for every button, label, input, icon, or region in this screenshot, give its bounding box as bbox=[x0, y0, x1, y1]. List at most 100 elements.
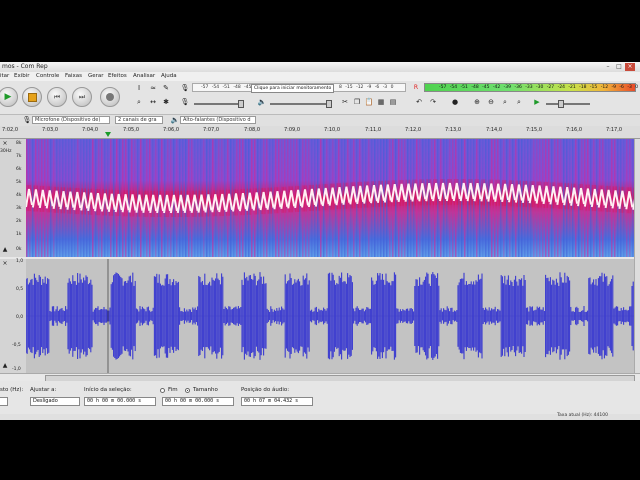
paste-icon[interactable]: 📋 bbox=[364, 97, 374, 107]
channels-select[interactable]: 2 canais de gra bbox=[115, 116, 163, 124]
trim-icon[interactable]: ▦ bbox=[376, 97, 386, 107]
mic-icon: 🎙 bbox=[180, 84, 190, 92]
ruler-label: 7:14,0 bbox=[486, 127, 502, 133]
spectrogram-column bbox=[218, 139, 220, 257]
playback-meter[interactable]: -57 -54 -51 -48 -45 -42 -39 -36 -33 -30 … bbox=[424, 83, 638, 92]
length-radio[interactable] bbox=[185, 388, 190, 393]
selection-start-field[interactable]: 00 h 00 m 00.000 s bbox=[84, 397, 156, 406]
fit-project-icon[interactable]: ⌕ bbox=[514, 97, 524, 107]
play-icon: ▶ bbox=[4, 92, 12, 102]
selection-length-field[interactable]: 00 h 00 m 00.000 s bbox=[162, 397, 234, 406]
zoom-in-icon[interactable]: ⊕ bbox=[472, 97, 482, 107]
track-control-panel-1[interactable]: × 30Hz ▲ bbox=[0, 139, 27, 257]
status-rate-text: Taxa atual (Hz): 44100 bbox=[557, 413, 608, 418]
multi-tool-icon[interactable]: ✱ bbox=[161, 97, 171, 107]
freq-tick: 2k bbox=[16, 219, 22, 224]
playhead-marker[interactable] bbox=[105, 132, 111, 137]
spectrogram-column bbox=[191, 139, 193, 257]
timeline-ruler[interactable]: 7:02,0 7:03,0 7:04,0 7:05,0 7:06,0 7:07,… bbox=[0, 126, 640, 139]
timeshift-tool-icon[interactable]: ↔ bbox=[148, 97, 158, 107]
menu-editar[interactable]: itar bbox=[0, 73, 9, 79]
spectrogram-column bbox=[155, 139, 157, 257]
close-icon[interactable]: × bbox=[625, 63, 635, 71]
track-close-icon[interactable]: × bbox=[0, 139, 10, 149]
record-button[interactable] bbox=[100, 87, 120, 107]
track2-close-icon[interactable]: × bbox=[0, 259, 10, 269]
play-speed-thumb[interactable] bbox=[558, 100, 564, 108]
snap-select[interactable]: Desligado bbox=[30, 397, 80, 406]
waveform-view[interactable] bbox=[25, 259, 635, 373]
envelope-tool-icon[interactable]: ≈ bbox=[148, 83, 158, 93]
amp-tick: -1,0 bbox=[12, 367, 21, 372]
menu-gerar[interactable]: Gerar bbox=[88, 73, 104, 79]
input-volume-slider[interactable] bbox=[194, 100, 244, 108]
freq-tick: 5k bbox=[16, 180, 22, 185]
record-meter-label: R bbox=[413, 84, 419, 91]
end-label: Fim bbox=[168, 387, 178, 393]
sync-lock-icon[interactable]: ● bbox=[450, 97, 460, 107]
menu-controle[interactable]: Controle bbox=[36, 73, 59, 79]
output-volume-slider[interactable] bbox=[270, 100, 332, 108]
freq-tick: 3k bbox=[16, 206, 22, 211]
spectrogram-column bbox=[287, 139, 289, 257]
copy-icon[interactable]: ❐ bbox=[352, 97, 362, 107]
zoom-out-icon[interactable]: ⊖ bbox=[486, 97, 496, 107]
end-radio[interactable] bbox=[160, 388, 165, 393]
spectrogram-column bbox=[122, 139, 124, 257]
silence-icon[interactable]: ▤ bbox=[388, 97, 398, 107]
selection-start-label: Início da seleção: bbox=[84, 387, 132, 393]
skip-end-button[interactable]: ⏭ bbox=[72, 87, 92, 107]
fit-selection-icon[interactable]: ⌕ bbox=[500, 97, 510, 107]
mic-device-icon: 🎙 bbox=[22, 116, 32, 124]
play-at-speed-icon[interactable]: ▶ bbox=[532, 97, 542, 107]
record-meter[interactable]: -57 -54 -51 -48 -45 Clique para iniciar … bbox=[192, 83, 406, 93]
spectrogram-column bbox=[374, 139, 376, 257]
play-button[interactable]: ▶ bbox=[0, 87, 18, 107]
track2-collapse-icon[interactable]: ▲ bbox=[0, 361, 10, 371]
menu-exibir[interactable]: Exibir bbox=[14, 73, 30, 79]
ruler-label: 7:16,0 bbox=[566, 127, 582, 133]
play-speed-slider[interactable] bbox=[546, 100, 590, 108]
skip-start-button[interactable]: ⏮ bbox=[47, 87, 67, 107]
ruler-label: 7:06,0 bbox=[163, 127, 179, 133]
spectrogram-column bbox=[74, 139, 76, 257]
menu-analisar[interactable]: Analisar bbox=[133, 73, 155, 79]
zoom-tool-icon[interactable]: ⌕ bbox=[134, 97, 144, 107]
freq-tick: 8k bbox=[16, 141, 22, 146]
pause-icon bbox=[23, 88, 41, 106]
spectrogram-column bbox=[59, 139, 61, 257]
toolbar: ▶ ⏮ ⏭ I ≈ ⌕ ↔ ✱ ✎ 🎙 -57 -54 -51 -48 -45 … bbox=[0, 81, 640, 115]
spectrogram-column bbox=[584, 139, 586, 257]
undo-icon[interactable]: ↶ bbox=[414, 97, 424, 107]
cut-icon[interactable]: ✂ bbox=[340, 97, 350, 107]
audacity-window: mos - Com Rep – □ × itar Exibir Controle… bbox=[0, 62, 640, 420]
record-meter-scale: -57 -54 -51 -48 -45 bbox=[201, 85, 252, 90]
spectrogram-view[interactable] bbox=[26, 139, 635, 257]
maximize-icon[interactable]: □ bbox=[614, 63, 624, 71]
pause-button[interactable] bbox=[22, 87, 42, 107]
monitor-hint[interactable]: Clique para iniciar monitoramento bbox=[251, 84, 335, 93]
ruler-label: 7:09,0 bbox=[284, 127, 300, 133]
ruler-label: 7:13,0 bbox=[445, 127, 461, 133]
spectrogram-column bbox=[407, 139, 409, 257]
draw-tool-icon[interactable]: ✎ bbox=[161, 83, 171, 93]
selection-tool-icon[interactable]: I bbox=[134, 83, 144, 93]
menu-ajuda[interactable]: Ajuda bbox=[161, 73, 177, 79]
record-icon bbox=[101, 88, 119, 106]
track-collapse-icon[interactable]: ▲ bbox=[0, 245, 10, 255]
freq-tick: 4k bbox=[16, 193, 22, 198]
speaker-device-select[interactable]: Alto-falantes (Dispositivo d bbox=[180, 116, 256, 124]
project-rate-field[interactable] bbox=[0, 397, 8, 406]
spectrogram-column bbox=[470, 139, 472, 257]
spectrogram-column bbox=[164, 139, 166, 257]
output-volume-thumb[interactable] bbox=[326, 100, 332, 108]
input-volume-thumb[interactable] bbox=[238, 100, 244, 108]
minimize-icon[interactable]: – bbox=[603, 63, 613, 71]
menu-efeitos[interactable]: Efeitos bbox=[108, 73, 127, 79]
menu-faixas[interactable]: Faixas bbox=[65, 73, 82, 79]
audio-position-field[interactable]: 00 h 07 m 04.432 s bbox=[241, 397, 313, 406]
spectrogram-column bbox=[212, 139, 214, 257]
mic-device-select[interactable]: Microfone (Dispositivo de) bbox=[32, 116, 110, 124]
vertical-scrollbar[interactable] bbox=[634, 139, 640, 373]
redo-icon[interactable]: ↷ bbox=[428, 97, 438, 107]
